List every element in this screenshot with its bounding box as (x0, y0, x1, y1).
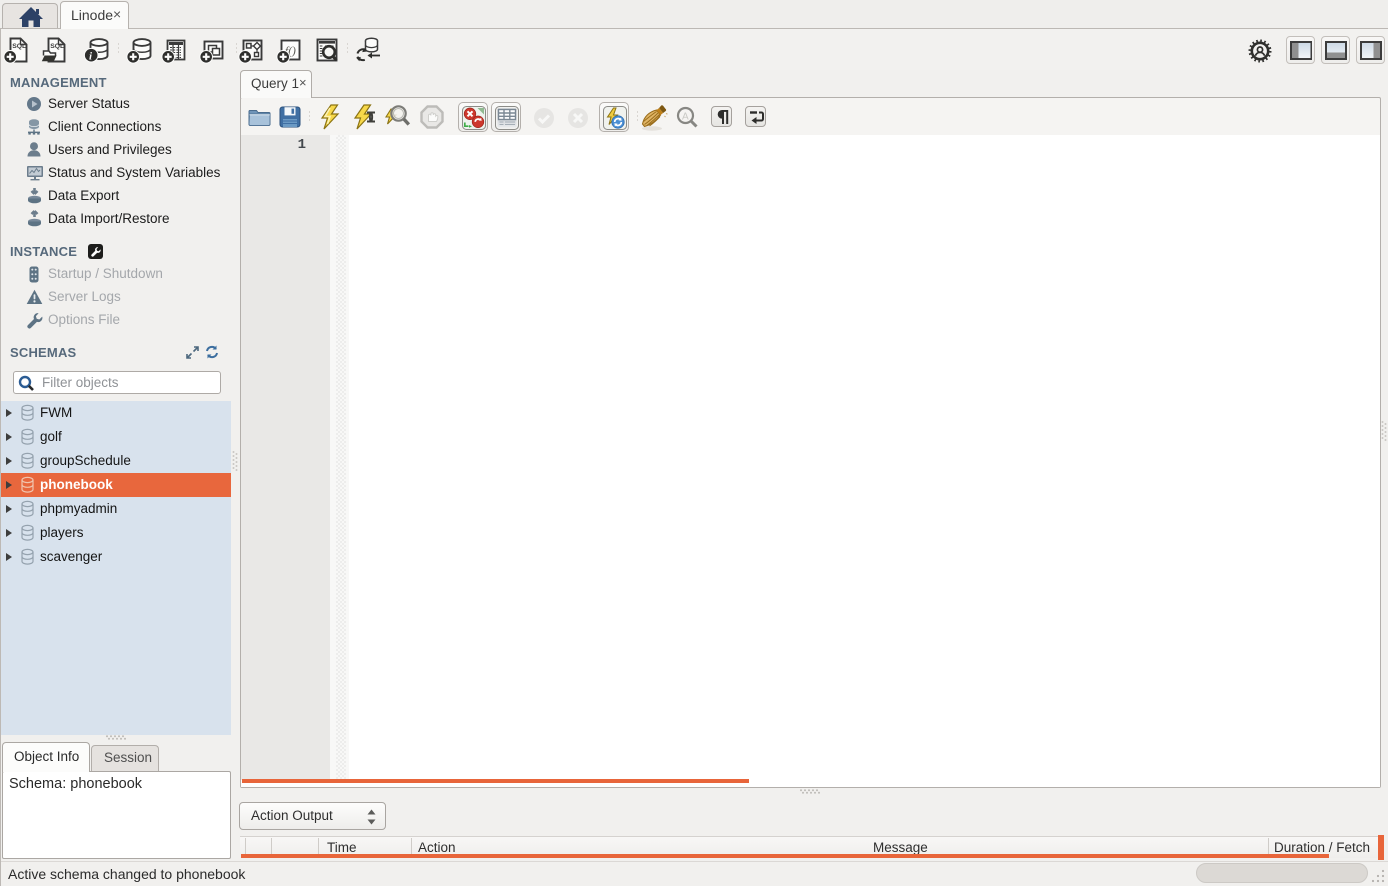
svg-text:SQL: SQL (12, 43, 26, 50)
svg-text:SQL: SQL (50, 43, 64, 50)
svg-text:A: A (682, 112, 689, 123)
